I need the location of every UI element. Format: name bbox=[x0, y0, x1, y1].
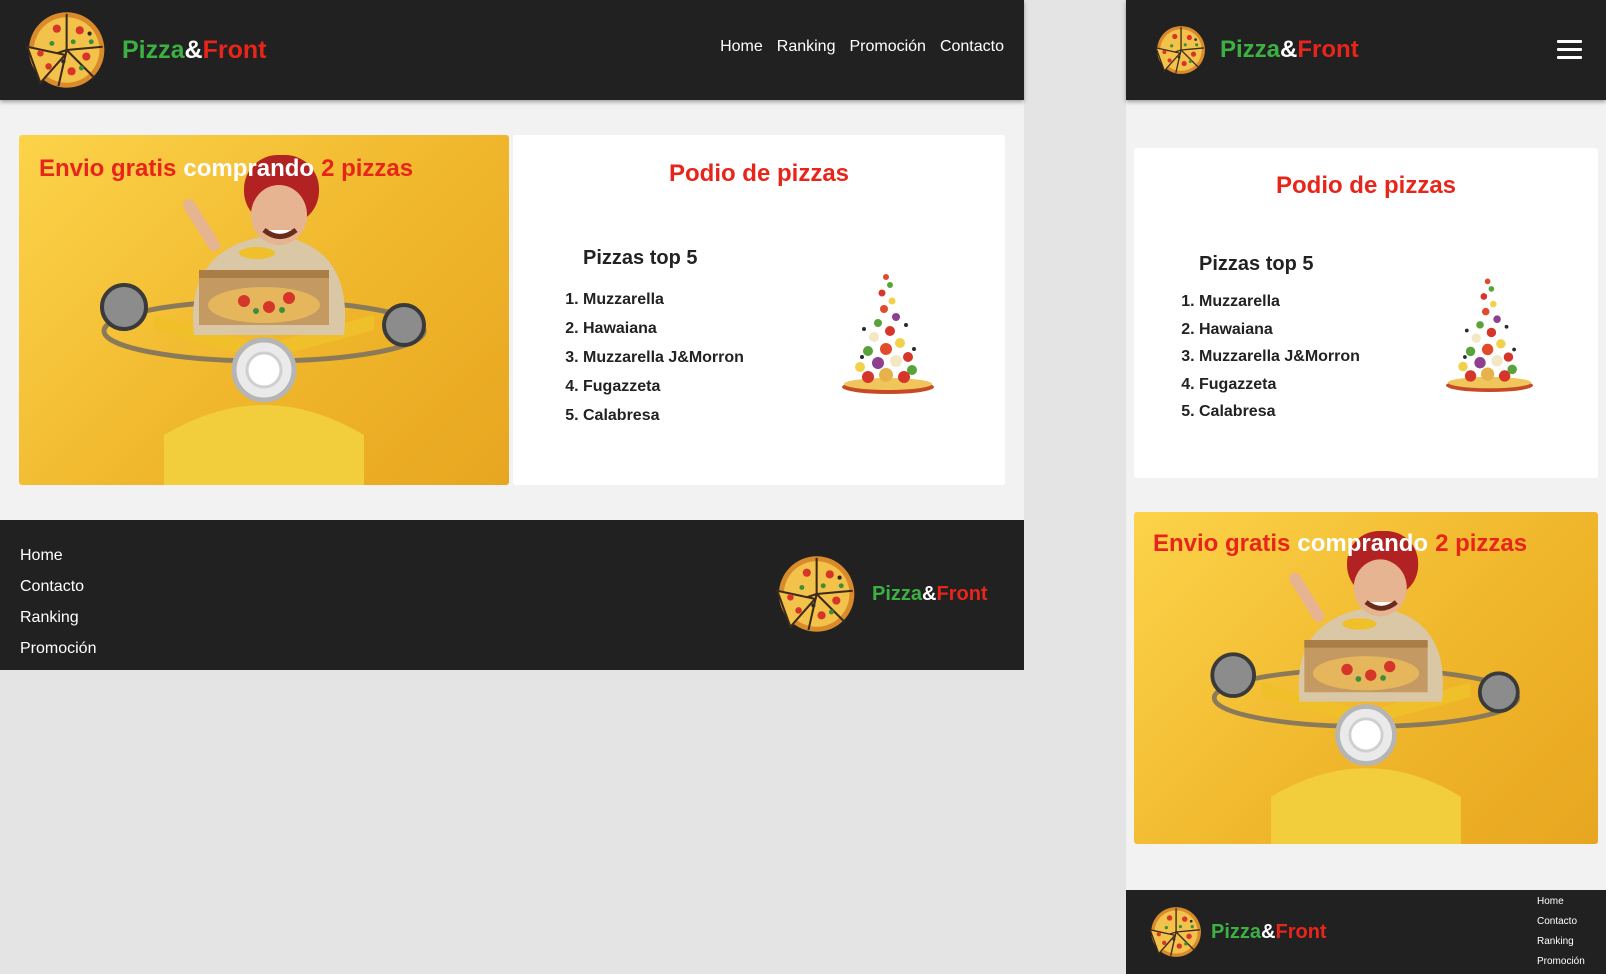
list-item: Fugazzeta bbox=[1199, 371, 1360, 399]
promo-part-3: 2 pizzas bbox=[1435, 530, 1528, 557]
main-nav: Home Ranking Promoción Contacto bbox=[720, 38, 1004, 56]
footer-links: Home Contacto Ranking Promoción bbox=[20, 540, 96, 664]
brand-part-2: & bbox=[1280, 36, 1298, 63]
nav-promocion[interactable]: Promoción bbox=[849, 38, 925, 56]
brand-part-2: & bbox=[1261, 920, 1276, 943]
promo-text: Envio gratis comprando 2 pizzas bbox=[39, 155, 420, 183]
promo-part-2: comprando bbox=[1297, 530, 1429, 557]
footer-link-ranking[interactable]: Ranking bbox=[20, 602, 96, 633]
brand-part-1: Pizza bbox=[1220, 36, 1281, 63]
mobile-footer-brand-logo[interactable]: Pizza&Front bbox=[1144, 905, 1327, 959]
pizza-ranking-list: Muzzarella Hawaiana Muzzarella J&Morron … bbox=[1181, 288, 1360, 426]
nav-contacto[interactable]: Contacto bbox=[940, 38, 1004, 56]
mobile-header: Pizza&Front bbox=[1126, 0, 1606, 100]
promo-part-1: Envio gratis bbox=[1153, 530, 1291, 557]
brand-part-3: Front bbox=[1297, 36, 1359, 63]
brand-logo[interactable]: Pizza&Front bbox=[18, 9, 266, 91]
brand-part-1: Pizza bbox=[1211, 920, 1262, 943]
brand-part-1: Pizza bbox=[872, 582, 923, 605]
footer-link-ranking[interactable]: Ranking bbox=[1537, 932, 1585, 952]
brand-part-3: Front bbox=[202, 35, 267, 64]
list-item: Muzzarella bbox=[1199, 288, 1360, 316]
delivery-rider-image bbox=[19, 135, 509, 485]
brand-part-1: Pizza bbox=[122, 35, 185, 64]
pizza-logo-icon bbox=[768, 553, 862, 635]
mobile-promo-banner[interactable]: Envio gratis comprando 2 pizzas bbox=[1134, 512, 1598, 844]
promo-part-3: 2 pizzas bbox=[321, 155, 414, 182]
brand-part-2: & bbox=[922, 582, 937, 605]
pizza-ranking-list: Muzzarella Hawaiana Muzzarella J&Morron … bbox=[565, 285, 744, 430]
mobile-podio-card: Podio de pizzas Pizzas top 5 Muzzarella … bbox=[1134, 148, 1598, 478]
mobile-footer: Pizza&Front Home Contacto Ranking Promoc… bbox=[1126, 890, 1606, 974]
brand-part-3: Front bbox=[936, 582, 988, 605]
promo-part-2: comprando bbox=[183, 155, 315, 182]
mobile-brand-logo[interactable]: Pizza&Front bbox=[1150, 24, 1359, 76]
mobile-footer-links: Home Contacto Ranking Promoción bbox=[1537, 892, 1585, 972]
footer-link-contacto[interactable]: Contacto bbox=[20, 571, 96, 602]
pizza-logo-icon bbox=[1150, 24, 1210, 76]
footer-link-home[interactable]: Home bbox=[20, 540, 96, 571]
promo-text: Envio gratis comprando 2 pizzas bbox=[1153, 530, 1534, 558]
pizza-logo-icon bbox=[18, 9, 112, 91]
pizza-logo-icon bbox=[1144, 905, 1206, 959]
footer-link-home[interactable]: Home bbox=[1537, 892, 1585, 912]
footer-link-contacto[interactable]: Contacto bbox=[1537, 912, 1585, 932]
footer-brand-name: Pizza&Front bbox=[872, 583, 988, 606]
footer-link-promocion[interactable]: Promoción bbox=[1537, 952, 1585, 972]
hamburger-menu-icon[interactable] bbox=[1557, 40, 1582, 60]
promo-banner[interactable]: Envio gratis comprando 2 pizzas bbox=[19, 135, 509, 485]
footer: Home Contacto Ranking Promoción Pizza&Fr… bbox=[0, 520, 1024, 670]
mobile-footer-brand-name: Pizza&Front bbox=[1211, 921, 1327, 944]
list-item: Hawaiana bbox=[1199, 316, 1360, 344]
mobile-brand-name: Pizza&Front bbox=[1220, 36, 1359, 64]
list-item: Fugazzeta bbox=[583, 372, 744, 401]
promo-part-1: Envio gratis bbox=[39, 155, 177, 182]
list-item: Calabresa bbox=[1199, 398, 1360, 426]
podio-title: Podio de pizzas bbox=[668, 160, 850, 187]
brand-part-3: Front bbox=[1275, 920, 1327, 943]
mobile-view: Pizza&Front Podio de pizzas Pizzas top 5… bbox=[1126, 0, 1606, 974]
list-item: Muzzarella J&Morron bbox=[1199, 343, 1360, 371]
desktop-view: Pizza&Front Home Ranking Promoción Conta… bbox=[0, 0, 1024, 670]
nav-ranking[interactable]: Ranking bbox=[777, 38, 836, 56]
podio-card: Podio de pizzas Pizzas top 5 Muzzarella … bbox=[513, 135, 1005, 485]
brand-name: Pizza&Front bbox=[122, 36, 266, 65]
list-item: Muzzarella J&Morron bbox=[583, 343, 744, 372]
footer-link-promocion[interactable]: Promoción bbox=[20, 633, 96, 664]
list-item: Muzzarella bbox=[583, 285, 744, 314]
brand-part-2: & bbox=[184, 35, 203, 64]
podio-subtitle: Pizzas top 5 bbox=[1199, 253, 1314, 275]
podio-subtitle: Pizzas top 5 bbox=[583, 247, 698, 269]
delivery-rider-image bbox=[1134, 512, 1598, 844]
list-item: Hawaiana bbox=[583, 314, 744, 343]
footer-brand-logo[interactable]: Pizza&Front bbox=[768, 553, 988, 635]
nav-home[interactable]: Home bbox=[720, 38, 763, 56]
pizza-tower-illustration bbox=[1442, 270, 1537, 393]
list-item: Calabresa bbox=[583, 401, 744, 430]
podio-title: Podio de pizzas bbox=[1275, 172, 1457, 199]
pizza-tower-illustration bbox=[838, 265, 938, 395]
header: Pizza&Front Home Ranking Promoción Conta… bbox=[0, 0, 1024, 100]
